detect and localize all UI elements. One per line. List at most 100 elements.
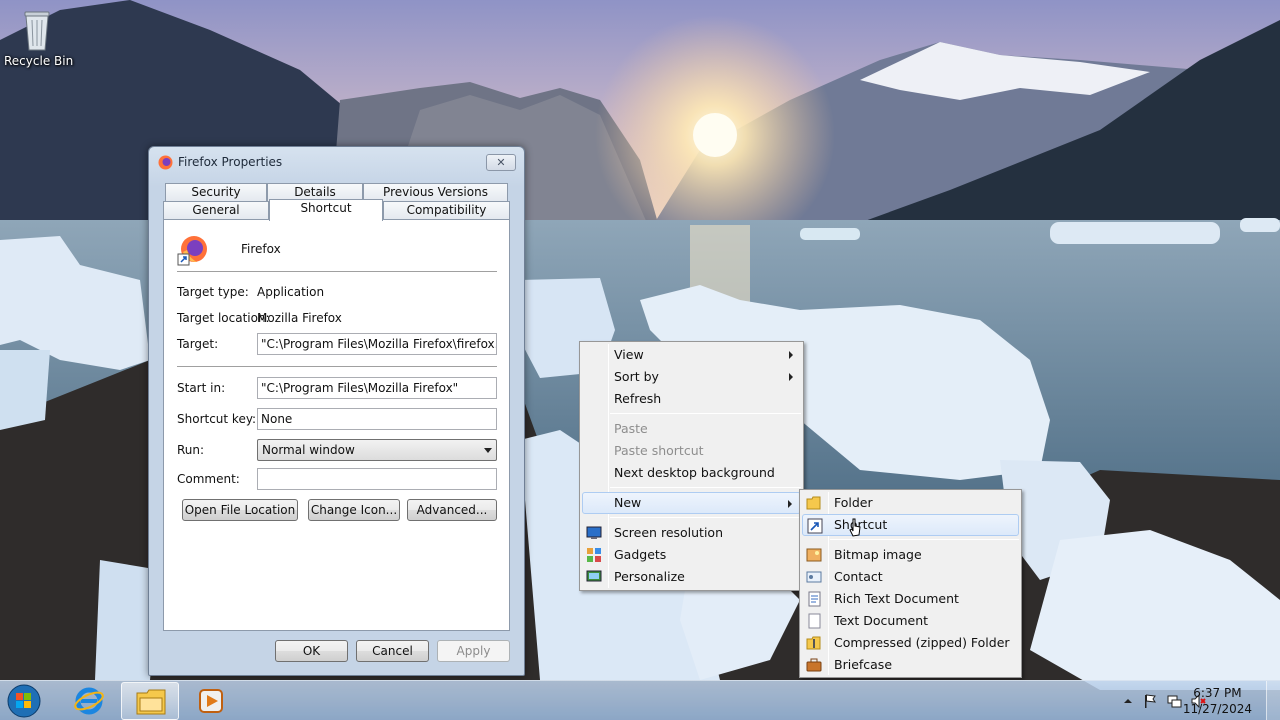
submenu-item-zip[interactable]: Compressed (zipped) Folder — [802, 632, 1019, 654]
network-icon[interactable] — [1166, 693, 1182, 709]
submenu-item-text-document[interactable]: Text Document — [802, 610, 1019, 632]
internet-explorer-icon — [74, 687, 104, 715]
menu-separator — [610, 517, 801, 518]
close-button[interactable]: ✕ — [486, 154, 516, 171]
window-titlebar[interactable]: Firefox Properties ✕ — [149, 147, 524, 177]
show-desktop-button[interactable] — [1266, 681, 1280, 720]
target-field[interactable]: "C:\Program Files\Mozilla Firefox\firefo… — [257, 333, 497, 355]
tab-previous-versions[interactable]: Previous Versions — [363, 183, 508, 201]
menu-item-label: Gadgets — [614, 547, 667, 562]
menu-item-label: Bitmap image — [834, 547, 922, 562]
text-document-icon — [806, 613, 822, 629]
menu-item-paste-shortcut[interactable]: Paste shortcut — [582, 440, 801, 462]
start-in-field[interactable]: "C:\Program Files\Mozilla Firefox" — [257, 377, 497, 399]
tabs-row-bottom: General Shortcut Compatibility — [163, 199, 510, 221]
start-orb[interactable] — [5, 683, 43, 719]
menu-item-label: Sort by — [614, 369, 659, 384]
contact-icon — [806, 569, 822, 585]
window-title: Firefox Properties — [178, 155, 283, 169]
menu-item-label: Folder — [834, 495, 873, 510]
change-icon-button[interactable]: Change Icon... — [308, 499, 400, 521]
submenu-item-contact[interactable]: Contact — [802, 566, 1019, 588]
firefox-icon — [158, 155, 173, 170]
tab-security[interactable]: Security — [165, 183, 267, 201]
clock-time: 6:37 PM — [1193, 686, 1242, 700]
rich-text-document-icon — [806, 591, 822, 607]
show-hidden-icons-icon[interactable] — [1120, 693, 1136, 709]
taskbar-file-explorer[interactable] — [121, 682, 179, 720]
bitmap-icon — [806, 547, 822, 563]
folder-icon — [806, 495, 822, 511]
menu-item-view[interactable]: View — [582, 344, 801, 366]
shortcut-icon — [807, 518, 823, 534]
menu-item-gadgets[interactable]: Gadgets — [582, 544, 801, 566]
apply-button[interactable]: Apply — [437, 640, 510, 662]
menu-item-label: Personalize — [614, 569, 685, 584]
file-explorer-icon — [136, 689, 166, 715]
desktop-context-menu[interactable]: View Sort by Refresh Paste Paste shortcu… — [579, 341, 804, 591]
run-select[interactable]: Normal window — [257, 439, 497, 461]
run-label: Run: — [177, 443, 205, 457]
ok-button[interactable]: OK — [275, 640, 348, 662]
personalize-icon — [586, 569, 602, 585]
shortcut-key-field[interactable]: None — [257, 408, 497, 430]
firefox-app-icon — [177, 234, 209, 266]
taskbar-internet-explorer[interactable] — [60, 682, 118, 720]
submenu-item-folder[interactable]: Folder — [802, 492, 1019, 514]
advanced-button[interactable]: Advanced... — [407, 499, 497, 521]
tab-compatibility[interactable]: Compatibility — [383, 201, 510, 219]
firefox-properties-window[interactable]: Firefox Properties ✕ Security Details Pr… — [148, 146, 525, 676]
menu-item-label: New — [614, 495, 642, 510]
target-location-value: Mozilla Firefox — [257, 311, 342, 325]
menu-item-label: Paste — [614, 421, 648, 436]
chevron-down-icon — [484, 448, 492, 453]
action-center-flag-icon[interactable] — [1142, 693, 1158, 709]
mouse-cursor-icon — [848, 518, 862, 538]
tab-shortcut[interactable]: Shortcut — [269, 199, 383, 221]
menu-item-label: Next desktop background — [614, 465, 775, 480]
menu-separator — [610, 413, 801, 414]
start-in-label: Start in: — [177, 381, 226, 395]
menu-item-label: Refresh — [614, 391, 662, 406]
target-label: Target: — [177, 337, 219, 351]
open-file-location-button[interactable]: Open File Location — [182, 499, 298, 521]
menu-item-label: Briefcase — [834, 657, 893, 672]
submenu-item-shortcut[interactable]: Shortcut — [802, 514, 1019, 536]
submenu-item-bitmap[interactable]: Bitmap image — [802, 544, 1019, 566]
recycle-bin-shortcut[interactable]: Recycle Bin — [4, 6, 73, 68]
app-name: Firefox — [241, 242, 281, 256]
target-type-label: Target type: — [177, 285, 249, 299]
menu-item-screen-resolution[interactable]: Screen resolution — [582, 522, 801, 544]
submenu-item-briefcase[interactable]: Briefcase — [802, 654, 1019, 676]
submenu-item-rich-text[interactable]: Rich Text Document — [802, 588, 1019, 610]
target-location-label: Target location: — [177, 311, 270, 325]
menu-item-next-desktop-background[interactable]: Next desktop background — [582, 462, 801, 484]
menu-item-new[interactable]: New — [582, 492, 801, 514]
menu-item-label: Paste shortcut — [614, 443, 704, 458]
shortcut-tab-panel: Firefox Target type: Application Target … — [163, 219, 510, 631]
menu-item-label: Text Document — [834, 613, 929, 628]
chevron-right-icon — [788, 500, 792, 508]
menu-item-personalize[interactable]: Personalize — [582, 566, 801, 588]
new-submenu[interactable]: Folder Shortcut Bitmap image Contact Ric… — [799, 489, 1022, 678]
menu-item-sort-by[interactable]: Sort by — [582, 366, 801, 388]
taskbar-clock[interactable]: 6:37 PM 11/27/2024 — [1183, 685, 1252, 717]
divider — [177, 271, 497, 272]
clock-date: 11/27/2024 — [1182, 702, 1252, 716]
comment-field[interactable] — [257, 468, 497, 490]
tab-general[interactable]: General — [163, 201, 269, 219]
menu-item-label: Compressed (zipped) Folder — [834, 635, 1010, 650]
cancel-button[interactable]: Cancel — [356, 640, 429, 662]
menu-item-paste[interactable]: Paste — [582, 418, 801, 440]
divider — [177, 366, 497, 367]
monitor-icon — [586, 525, 602, 541]
gadgets-icon — [586, 547, 602, 563]
briefcase-icon — [806, 657, 822, 673]
comment-label: Comment: — [177, 472, 240, 486]
taskbar: 6:37 PM 11/27/2024 — [0, 680, 1280, 720]
recycle-bin-icon — [17, 6, 57, 52]
target-type-value: Application — [257, 285, 325, 299]
taskbar-media-player[interactable] — [182, 682, 240, 720]
menu-separator — [830, 539, 1019, 540]
menu-item-refresh[interactable]: Refresh — [582, 388, 801, 410]
